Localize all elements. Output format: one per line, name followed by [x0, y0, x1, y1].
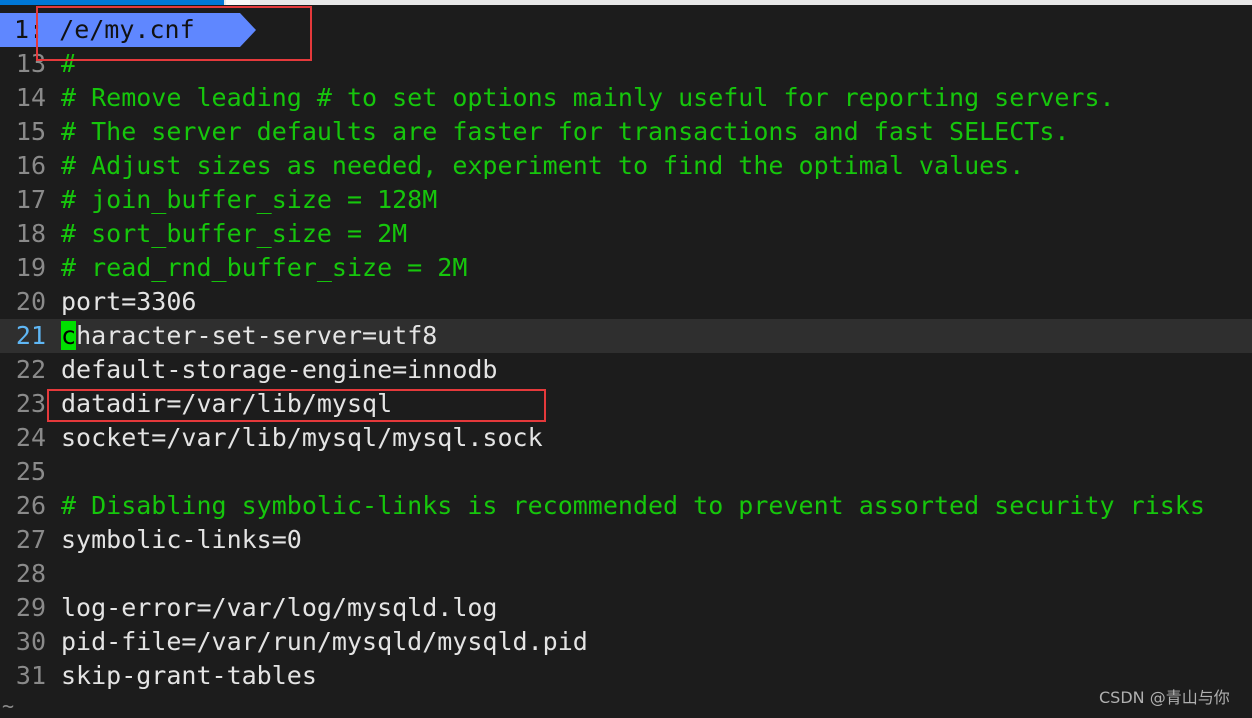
editor-line[interactable]: 15 # The server defaults are faster for t… [0, 115, 1252, 149]
line-number: 31 [15, 661, 46, 690]
line-number: 15 [15, 117, 46, 146]
line-text[interactable]: # Adjust sizes as needed, experiment to … [61, 149, 1024, 183]
line-text[interactable]: socket=/var/lib/mysql/mysql.sock [61, 421, 543, 455]
line-text[interactable]: character-set-server=utf8 [61, 319, 437, 353]
line-number: 23 [15, 389, 46, 418]
line-text[interactable]: # Disabling symbolic-links is recommende… [61, 489, 1205, 523]
line-text[interactable]: default-storage-engine=innodb [61, 353, 498, 387]
tab-strip-active [0, 0, 224, 5]
editor-line[interactable]: 27 symbolic-links=0 [0, 523, 1252, 557]
line-number: 27 [15, 525, 46, 554]
editor-line[interactable]: 24 socket=/var/lib/mysql/mysql.sock [0, 421, 1252, 455]
editor-line[interactable]: 17 # join_buffer_size = 128M [0, 183, 1252, 217]
line-text[interactable]: # join_buffer_size = 128M [61, 183, 437, 217]
line-text[interactable]: log-error=/var/log/mysqld.log [61, 591, 498, 625]
line-text[interactable]: pid-file=/var/run/mysqld/mysqld.pid [61, 625, 588, 659]
editor-line[interactable]: 16 # Adjust sizes as needed, experiment t… [0, 149, 1252, 183]
line-text[interactable]: port=3306 [61, 285, 196, 319]
line-number: 26 [15, 491, 46, 520]
highlight-box-datadir [47, 389, 546, 422]
line-number: 16 [15, 151, 46, 180]
line-text[interactable]: # The server defaults are faster for tra… [61, 115, 1069, 149]
editor-line[interactable]: 29 log-error=/var/log/mysqld.log [0, 591, 1252, 625]
editor-line[interactable]: 19 # read_rnd_buffer_size = 2M [0, 251, 1252, 285]
line-number: 22 [15, 355, 46, 384]
editor-line[interactable]: 25 [0, 455, 1252, 489]
line-number: 18 [15, 219, 46, 248]
window-top-strip [0, 0, 1252, 5]
editor-line[interactable]: 31 skip-grant-tables [0, 659, 1252, 693]
line-number: 19 [15, 253, 46, 282]
line-text[interactable]: symbolic-links=0 [61, 523, 302, 557]
editor-line-current[interactable]: 21 character-set-server=utf8 [0, 319, 1252, 353]
line-number: 25 [15, 457, 46, 486]
line-number: 14 [15, 83, 46, 112]
line-text[interactable]: skip-grant-tables [61, 659, 317, 693]
editor-line[interactable]: 22 default-storage-engine=innodb [0, 353, 1252, 387]
editor-line[interactable]: 18 # sort_buffer_size = 2M [0, 217, 1252, 251]
line-number: 20 [15, 287, 46, 316]
line-text[interactable]: # Remove leading # to set options mainly… [61, 81, 1115, 115]
line-number: 24 [15, 423, 46, 452]
line-number: 30 [15, 627, 46, 656]
watermark: CSDN @青山与你 [1099, 688, 1230, 707]
tab-strip-gap [226, 0, 250, 5]
line-text[interactable]: # sort_buffer_size = 2M [61, 217, 407, 251]
editor-line[interactable]: 30 pid-file=/var/run/mysqld/mysqld.pid [0, 625, 1252, 659]
end-of-buffer-marker: ~ [2, 694, 15, 718]
highlight-box-title [36, 6, 312, 61]
line-number: 17 [15, 185, 46, 214]
line-text[interactable]: # read_rnd_buffer_size = 2M [61, 251, 467, 285]
line-number: 21 [15, 321, 46, 350]
editor-line[interactable]: 28 [0, 557, 1252, 591]
line-number: 29 [15, 593, 46, 622]
editor-line[interactable]: 14 # Remove leading # to set options main… [0, 81, 1252, 115]
line-number: 28 [15, 559, 46, 588]
editor-line[interactable]: 20 port=3306 [0, 285, 1252, 319]
editor-line[interactable]: 26 # Disabling symbolic-links is recommen… [0, 489, 1252, 523]
